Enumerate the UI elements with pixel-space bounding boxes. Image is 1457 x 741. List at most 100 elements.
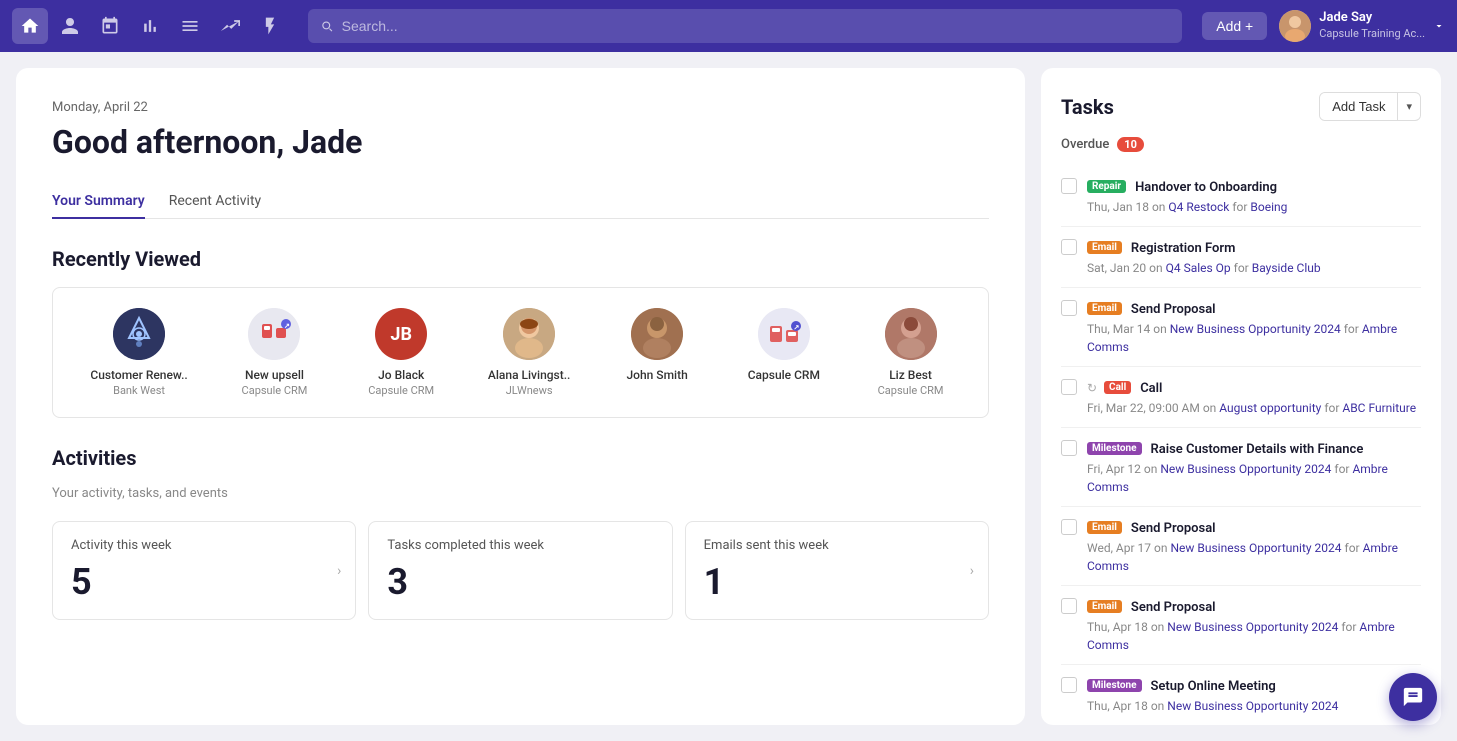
search-input[interactable]	[342, 18, 1171, 34]
task-on: on	[1152, 200, 1168, 214]
fab-button[interactable]	[1389, 673, 1437, 721]
task-content: Milestone Setup Online Meeting Thu, Apr …	[1087, 675, 1421, 715]
task-link1[interactable]: New Business Opportunity 2024	[1167, 699, 1338, 713]
task-link1[interactable]: Q4 Restock	[1168, 200, 1229, 214]
task-content: Email Registration Form Sat, Jan 20 on Q…	[1087, 237, 1421, 277]
rv-item-liz-best[interactable]: Liz Best Capsule CRM	[871, 308, 951, 397]
rv-name-john: John Smith	[627, 368, 688, 382]
task-tag: Email	[1087, 302, 1122, 315]
task-link1[interactable]: New Business Opportunity 2024	[1170, 322, 1341, 336]
tasks-panel: Tasks Add Task ▾ Overdue 10 Repair Hando…	[1041, 68, 1441, 725]
rv-avatar-liz-best	[885, 308, 937, 360]
activities-desc: Your activity, tasks, and events	[52, 486, 989, 501]
tab-recent-activity[interactable]: Recent Activity	[169, 185, 261, 219]
task-date: Fri, Mar 22, 09:00 AM	[1087, 401, 1200, 415]
task-for-label: for	[1341, 620, 1359, 634]
card-label-1: Activity this week	[71, 538, 337, 553]
rv-item-jo-black[interactable]: JB Jo Black Capsule CRM	[361, 308, 441, 397]
activity-card-emails[interactable]: Emails sent this week 1 ›	[685, 521, 989, 620]
rv-item-alana[interactable]: Alana Livingst.. JLWnews	[488, 308, 571, 397]
task-item: ↻ Call Call Fri, Mar 22, 09:00 AM on Aug…	[1061, 367, 1421, 428]
chart-nav-icon[interactable]	[132, 8, 168, 44]
task-title-row: Email Registration Form	[1087, 237, 1421, 256]
menu-nav-icon[interactable]	[172, 8, 208, 44]
task-on: on	[1151, 620, 1167, 634]
task-link2[interactable]: Bayside Club	[1252, 261, 1321, 275]
task-checkbox[interactable]	[1061, 239, 1077, 255]
task-link1[interactable]: New Business Opportunity 2024	[1167, 620, 1338, 634]
task-title-row: ↻ Call Call	[1087, 377, 1421, 396]
user-menu[interactable]: Jade Say Capsule Training Ac...	[1279, 10, 1445, 42]
task-link2[interactable]: Boeing	[1250, 200, 1287, 214]
card-arrow-3: ›	[970, 563, 974, 579]
add-task-main-button[interactable]: Add Task	[1320, 93, 1398, 120]
activity-card-weekly[interactable]: Activity this week 5 ›	[52, 521, 356, 620]
card-value-1: 5	[71, 561, 337, 603]
task-checkbox[interactable]	[1061, 178, 1077, 194]
top-navigation: Add + Jade Say Capsule Training Ac...	[0, 0, 1457, 52]
task-checkbox[interactable]	[1061, 598, 1077, 614]
activities-title: Activities	[52, 446, 989, 470]
task-link1[interactable]: New Business Opportunity 2024	[1170, 541, 1341, 555]
task-checkbox[interactable]	[1061, 677, 1077, 693]
people-nav-icon[interactable]	[52, 8, 88, 44]
chevron-down-icon	[1433, 20, 1445, 32]
left-panel: Monday, April 22 Good afternoon, Jade Yo…	[16, 68, 1025, 725]
task-name: Send Proposal	[1131, 521, 1216, 536]
task-item: Email Send Proposal Wed, Apr 17 on New B…	[1061, 507, 1421, 586]
rv-item-new-upsell[interactable]: ↗ New upsell Capsule CRM	[234, 308, 314, 397]
card-label-3: Emails sent this week	[704, 538, 970, 553]
recently-viewed-grid: Customer Renew.. Bank West ↗ New upsell …	[77, 308, 964, 397]
task-meta: Thu, Mar 14 on New Business Opportunity …	[1087, 320, 1421, 356]
tasks-header: Tasks Add Task ▾	[1061, 92, 1421, 121]
rv-item-john-smith[interactable]: John Smith	[617, 308, 697, 397]
task-checkbox[interactable]	[1061, 519, 1077, 535]
task-checkbox[interactable]	[1061, 440, 1077, 456]
task-tag: Milestone	[1087, 442, 1142, 455]
rv-item-bank-west[interactable]: Customer Renew.. Bank West	[90, 308, 187, 397]
add-button[interactable]: Add +	[1202, 12, 1267, 40]
recently-viewed-container: Customer Renew.. Bank West ↗ New upsell …	[52, 287, 989, 418]
user-info: Jade Say Capsule Training Ac...	[1319, 10, 1425, 41]
rv-sub	[656, 384, 659, 397]
task-meta: Wed, Apr 17 on New Business Opportunity …	[1087, 539, 1421, 575]
rv-name: Alana Livingst..	[488, 368, 571, 382]
task-item: Email Send Proposal Thu, Apr 18 on New B…	[1061, 586, 1421, 665]
task-date: Thu, Apr 18	[1087, 699, 1148, 713]
task-on: on	[1151, 699, 1167, 713]
task-checkbox[interactable]	[1061, 300, 1077, 316]
rv-item-capsule-crm[interactable]: ↗ Capsule CRM	[744, 308, 824, 397]
rv-sub: Capsule CRM	[878, 384, 944, 397]
rv-avatar-bank-west	[113, 308, 165, 360]
task-for-label: for	[1344, 322, 1362, 336]
task-link1[interactable]: New Business Opportunity 2024	[1160, 462, 1331, 476]
date-label: Monday, April 22	[52, 100, 989, 115]
task-link1[interactable]: August opportunity	[1219, 401, 1321, 415]
activity-cards: Activity this week 5 › Tasks completed t…	[52, 521, 989, 620]
activity-card-tasks[interactable]: Tasks completed this week 3	[368, 521, 672, 620]
recently-viewed-title: Recently Viewed	[52, 247, 989, 271]
search-bar[interactable]	[308, 9, 1182, 43]
task-item: Milestone Raise Customer Details with Fi…	[1061, 428, 1421, 507]
task-on: on	[1153, 322, 1169, 336]
trending-nav-icon[interactable]	[212, 8, 248, 44]
task-content: Repair Handover to Onboarding Thu, Jan 1…	[1087, 176, 1421, 216]
task-name: Registration Form	[1131, 241, 1235, 256]
home-nav-icon[interactable]	[12, 8, 48, 44]
task-meta: Thu, Jan 18 on Q4 Restock for Boeing	[1087, 198, 1421, 216]
task-title-row: Repair Handover to Onboarding	[1087, 176, 1421, 195]
task-checkbox[interactable]	[1061, 379, 1077, 395]
tasks-list: Repair Handover to Onboarding Thu, Jan 1…	[1061, 166, 1421, 725]
task-link2[interactable]: ABC Furniture	[1342, 401, 1416, 415]
flash-nav-icon[interactable]	[252, 8, 288, 44]
task-link1[interactable]: Q4 Sales Op	[1166, 261, 1231, 275]
tab-your-summary[interactable]: Your Summary	[52, 185, 145, 219]
card-arrow-1: ›	[337, 563, 341, 579]
task-tag: Email	[1087, 521, 1122, 534]
tasks-title: Tasks	[1061, 95, 1114, 119]
task-tag: Call	[1104, 381, 1131, 394]
calendar-nav-icon[interactable]	[92, 8, 128, 44]
add-task-caret-button[interactable]: ▾	[1398, 94, 1420, 119]
rv-sub: Capsule CRM	[368, 384, 434, 397]
task-name: Send Proposal	[1131, 302, 1216, 317]
